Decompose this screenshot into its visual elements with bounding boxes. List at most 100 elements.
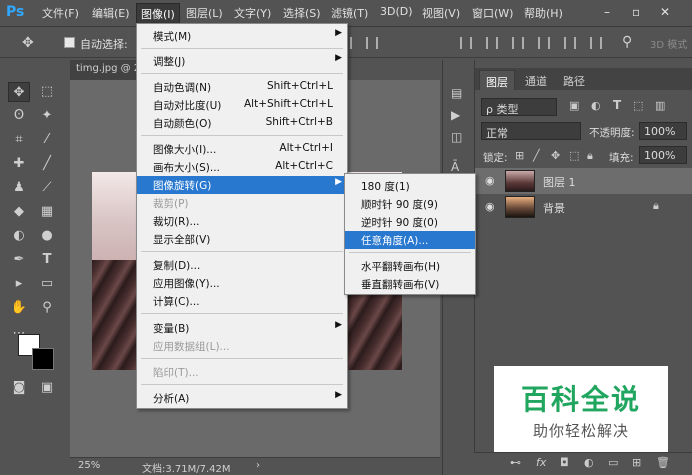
lock-transparent-icon[interactable]: ⊞ [515, 149, 524, 162]
path-selection-tool-icon[interactable]: ▸ [8, 274, 30, 294]
pen-tool-icon[interactable]: ✒ [8, 250, 30, 270]
tab-paths[interactable]: 路径 [557, 70, 591, 90]
filter-shape-icon[interactable]: ⬚ [633, 99, 643, 112]
zoom-level[interactable]: 25% [78, 460, 100, 471]
menu-window[interactable]: 窗口(W) [472, 5, 513, 21]
search-icon[interactable]: ⚲ [622, 34, 632, 50]
close-button[interactable]: ✕ [660, 5, 670, 19]
menu-item-trim[interactable]: 裁切(R)... [137, 212, 347, 230]
brush-tool-icon[interactable]: ╱ [36, 154, 58, 174]
rotate-90-cw[interactable]: 顺时针 90 度(9) [345, 195, 475, 213]
magic-wand-tool-icon[interactable]: ✦ [36, 106, 58, 126]
new-group-icon[interactable]: ▭ [608, 456, 618, 469]
adjustment-layer-icon[interactable]: ◐ [584, 456, 594, 469]
zoom-tool-icon[interactable]: ⚲ [36, 298, 58, 318]
restore-button[interactable]: ▫ [632, 5, 640, 19]
marquee-tool-icon[interactable]: ⬚ [36, 82, 58, 102]
menu-layer[interactable]: 图层(L) [186, 5, 223, 21]
document-tab[interactable]: timg.jpg @ 2 [70, 60, 136, 80]
layer-kind-filter[interactable]: ρ 类型 [481, 98, 557, 116]
minimize-button[interactable]: – [604, 5, 610, 19]
menu-item-auto-tone[interactable]: 自动色调(N) Shift+Ctrl+L [137, 78, 347, 96]
history-panel-icon[interactable]: ▤ [451, 86, 465, 100]
menu-select[interactable]: 选择(S) [283, 5, 321, 21]
tab-layers[interactable]: 图层 [479, 70, 515, 90]
menu-item-variables[interactable]: 变量(B) ▶ [137, 319, 347, 337]
layer-row[interactable]: ◉ 背景 🔒︎ [475, 194, 692, 220]
menu-item-mode[interactable]: 模式(M) ▶ [137, 27, 347, 45]
gradient-tool-icon[interactable]: ▦ [36, 202, 58, 222]
layer-row[interactable]: ◉ 图层 1 [475, 168, 692, 194]
menu-item-reveal-all[interactable]: 显示全部(V) [137, 230, 347, 248]
lasso-tool-icon[interactable]: ʘ [8, 106, 30, 126]
background-color-swatch[interactable] [32, 348, 54, 370]
menu-item-auto-contrast[interactable]: 自动对比度(U) Alt+Shift+Ctrl+L [137, 96, 347, 114]
clone-stamp-tool-icon[interactable]: ♟ [8, 178, 30, 198]
hand-tool-icon[interactable]: ✋ [8, 298, 30, 318]
menu-item-calculations[interactable]: 计算(C)... [137, 292, 347, 310]
blend-mode-select[interactable]: 正常 [481, 122, 581, 140]
menu-item-adjustments[interactable]: 调整(J) ▶ [137, 52, 347, 70]
distribute-right-icon[interactable] [590, 37, 602, 49]
dodge-tool-icon[interactable]: ● [36, 226, 58, 246]
move-tool-icon[interactable]: ✥ [8, 82, 30, 102]
link-layers-icon[interactable]: ⊷ [510, 456, 521, 469]
menu-edit[interactable]: 编辑(E) [92, 5, 130, 21]
status-arrow-icon[interactable]: › [256, 460, 260, 471]
opacity-input[interactable]: 100% [639, 122, 687, 140]
filter-adjustment-icon[interactable]: ◐ [591, 99, 601, 112]
lock-artboard-icon[interactable]: ⬚ [569, 149, 579, 162]
rotate-180[interactable]: 180 度(1) [345, 177, 475, 195]
character-panel-icon[interactable]: Ā [451, 160, 465, 174]
menu-item-image-size[interactable]: 图像大小(I)... Alt+Ctrl+I [137, 140, 347, 158]
distribute-bottom-icon[interactable] [512, 37, 524, 49]
new-layer-icon[interactable]: ⊞ [632, 456, 641, 469]
menu-item-auto-color[interactable]: 自动颜色(O) Shift+Ctrl+B [137, 114, 347, 132]
filter-type-icon[interactable]: T [613, 98, 621, 112]
screen-mode-icon[interactable]: ▣ [36, 378, 58, 398]
menu-item-image-rotation[interactable]: 图像旋转(G) ▶ [137, 176, 347, 194]
visibility-eye-icon[interactable]: ◉ [485, 174, 495, 187]
move-tool-icon[interactable]: ✥ [22, 35, 34, 51]
distribute-left-icon[interactable] [538, 37, 550, 49]
menu-item-canvas-size[interactable]: 画布大小(S)... Alt+Ctrl+C [137, 158, 347, 176]
menu-item-apply-image[interactable]: 应用图像(Y)... [137, 274, 347, 292]
menu-type[interactable]: 文字(Y) [234, 5, 271, 21]
filter-pixel-icon[interactable]: ▣ [569, 99, 579, 112]
eyedropper-tool-icon[interactable]: ⁄ [36, 130, 58, 150]
align-right-icon[interactable] [366, 37, 378, 49]
distribute-top-icon[interactable] [460, 37, 472, 49]
layer-style-icon[interactable]: fx [536, 456, 546, 469]
eraser-tool-icon[interactable]: ◆ [8, 202, 30, 222]
lock-all-icon[interactable]: 🔒︎ [587, 149, 593, 163]
filter-smart-object-icon[interactable]: ▥ [655, 99, 665, 112]
rectangle-tool-icon[interactable]: ▭ [36, 274, 58, 294]
flip-canvas-vertical[interactable]: 垂直翻转画布(V) [345, 275, 475, 293]
crop-tool-icon[interactable]: ⌗ [8, 130, 30, 150]
menu-view[interactable]: 视图(V) [422, 5, 460, 21]
healing-brush-tool-icon[interactable]: ✚ [8, 154, 30, 174]
actions-panel-icon[interactable]: ▶ [451, 108, 465, 122]
tab-channels[interactable]: 通道 [519, 70, 553, 90]
delete-layer-icon[interactable]: 🗑︎ [656, 456, 670, 469]
blur-tool-icon[interactable]: ◐ [8, 226, 30, 246]
type-tool-icon[interactable]: T [36, 250, 58, 270]
menu-help[interactable]: 帮助(H) [524, 5, 563, 21]
menu-image[interactable]: 图像(I) [136, 3, 180, 25]
quick-mask-icon[interactable]: ◙ [8, 378, 30, 398]
lock-pixels-icon[interactable]: ╱ [533, 149, 540, 162]
menu-item-analysis[interactable]: 分析(A) ▶ [137, 389, 347, 407]
history-brush-tool-icon[interactable]: ⟋ [36, 178, 58, 198]
visibility-eye-icon[interactable]: ◉ [485, 200, 495, 213]
properties-panel-icon[interactable]: ◫ [451, 130, 465, 144]
menu-filter[interactable]: 滤镜(T) [331, 5, 368, 21]
menu-3d[interactable]: 3D(D) [380, 5, 413, 18]
menu-file[interactable]: 文件(F) [42, 5, 79, 21]
rotate-arbitrary[interactable]: 任意角度(A)... [345, 231, 475, 249]
flip-canvas-horizontal[interactable]: 水平翻转画布(H) [345, 257, 475, 275]
menu-item-duplicate[interactable]: 复制(D)... [137, 256, 347, 274]
autoselect-checkbox[interactable] [64, 37, 75, 48]
rotate-90-ccw[interactable]: 逆时针 90 度(0) [345, 213, 475, 231]
add-mask-icon[interactable]: ◘ [560, 456, 569, 469]
distribute-vcenter-icon[interactable] [486, 37, 498, 49]
